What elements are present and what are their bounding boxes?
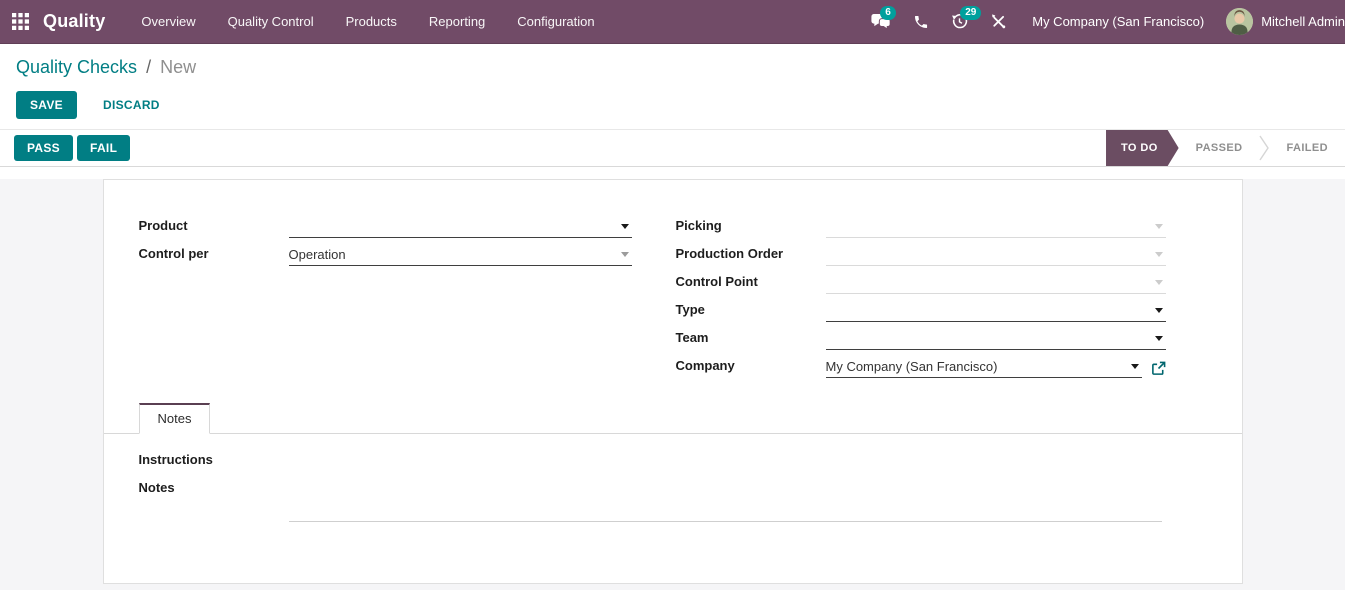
breadcrumb-current: New — [160, 57, 196, 77]
notebook-tab-strip: Notes — [104, 402, 1242, 434]
instructions-label: Instructions — [139, 452, 289, 472]
team-label: Team — [676, 330, 826, 350]
field-row-instructions: Instructions — [139, 452, 1242, 480]
tools-icon — [990, 13, 1007, 30]
user-name: Mitchell Admin — [1261, 14, 1345, 29]
production-order-label: Production Order — [676, 246, 826, 266]
fields-right-column: Picking Production Order Control Point — [676, 210, 1166, 378]
field-row-control-point: Control Point — [676, 266, 1166, 294]
company-input[interactable]: My Company (San Francisco) — [826, 356, 1142, 378]
state-separator-chevron-icon — [1259, 130, 1269, 166]
tab-notes[interactable]: Notes — [139, 403, 211, 434]
user-menu[interactable]: Mitchell Admin — [1218, 0, 1345, 43]
top-navbar: Quality Overview Quality Control Product… — [0, 0, 1345, 44]
production-order-input — [826, 244, 1166, 266]
activities-menu-button[interactable]: 29 — [940, 0, 979, 43]
field-row-picking: Picking — [676, 210, 1166, 238]
product-label: Product — [139, 218, 289, 238]
company-name: My Company (San Francisco) — [1032, 14, 1204, 29]
picking-input — [826, 216, 1166, 238]
chevron-down-icon — [1155, 224, 1163, 229]
nav-item-reporting[interactable]: Reporting — [413, 0, 501, 43]
control-point-input — [826, 272, 1166, 294]
form-statusbar: PASS FAIL TO DO PASSED FAILED — [0, 129, 1345, 167]
fields-left-column: Product Control per Operation — [139, 210, 632, 266]
apps-grid-icon — [12, 13, 29, 30]
team-input[interactable] — [826, 328, 1166, 350]
notes-textarea[interactable] — [289, 480, 1162, 522]
state-failed[interactable]: FAILED — [1269, 130, 1345, 166]
field-row-control-per: Control per Operation — [139, 238, 632, 266]
field-row-product: Product — [139, 210, 632, 238]
systray: 6 29 — [860, 0, 1345, 43]
voip-button[interactable] — [902, 0, 940, 43]
support-tools-button[interactable] — [979, 0, 1018, 43]
company-value: My Company (San Francisco) — [826, 359, 998, 374]
notes-label: Notes — [139, 480, 289, 500]
chevron-down-icon — [1155, 280, 1163, 285]
app-menu: Overview Quality Control Products Report… — [125, 0, 610, 43]
form-view-content: Product Control per Operation — [0, 179, 1345, 590]
field-row-team: Team — [676, 322, 1166, 350]
chevron-down-icon[interactable] — [1155, 336, 1163, 341]
apps-menu-button[interactable] — [0, 0, 43, 43]
control-per-label: Control per — [139, 246, 289, 266]
state-passed[interactable]: PASSED — [1179, 130, 1260, 166]
product-input[interactable] — [289, 216, 632, 238]
control-point-label: Control Point — [676, 274, 826, 294]
chevron-down-icon[interactable] — [621, 224, 629, 229]
field-row-production-order: Production Order — [676, 238, 1166, 266]
app-name[interactable]: Quality — [43, 11, 105, 32]
phone-icon — [913, 14, 929, 30]
notes-tab-page: Instructions Notes — [104, 434, 1242, 522]
company-switcher[interactable]: My Company (San Francisco) — [1018, 0, 1218, 43]
form-sheet: Product Control per Operation — [103, 179, 1243, 584]
control-per-select[interactable]: Operation — [289, 244, 632, 266]
breadcrumb-separator: / — [146, 57, 151, 77]
user-avatar — [1226, 8, 1253, 35]
control-panel: Quality Checks / New SAVE DISCARD — [0, 44, 1345, 129]
chevron-down-icon[interactable] — [1131, 364, 1139, 369]
save-button[interactable]: SAVE — [16, 91, 77, 119]
nav-item-quality-control[interactable]: Quality Control — [212, 0, 330, 43]
type-label: Type — [676, 302, 826, 322]
discard-button[interactable]: DISCARD — [89, 91, 174, 119]
breadcrumb-quality-checks[interactable]: Quality Checks — [16, 57, 137, 77]
nav-item-overview[interactable]: Overview — [125, 0, 211, 43]
field-grid: Product Control per Operation — [104, 180, 1242, 378]
breadcrumb: Quality Checks / New — [16, 57, 1329, 78]
messages-count-badge: 6 — [880, 6, 896, 20]
fail-button[interactable]: FAIL — [77, 135, 130, 161]
picking-label: Picking — [676, 218, 826, 238]
pass-button[interactable]: PASS — [14, 135, 73, 161]
control-panel-buttons: SAVE DISCARD — [16, 91, 1329, 119]
control-per-value: Operation — [289, 247, 346, 262]
statusbar-actions: PASS FAIL — [14, 135, 130, 161]
field-row-company: Company My Company (San Francisco) — [676, 350, 1166, 378]
state-todo[interactable]: TO DO — [1106, 130, 1179, 166]
chevron-down-icon — [1155, 252, 1163, 257]
messages-menu-button[interactable]: 6 — [860, 0, 902, 43]
company-label: Company — [676, 358, 826, 378]
type-select[interactable] — [826, 300, 1166, 322]
field-row-type: Type — [676, 294, 1166, 322]
chevron-down-icon[interactable] — [1155, 308, 1163, 313]
company-external-link-button[interactable] — [1151, 361, 1166, 378]
statusbar-states: TO DO PASSED FAILED — [1106, 130, 1345, 166]
field-row-notes: Notes — [139, 480, 1242, 522]
activities-count-badge: 29 — [960, 6, 981, 20]
chevron-down-icon[interactable] — [621, 252, 629, 257]
nav-item-products[interactable]: Products — [330, 0, 413, 43]
nav-item-configuration[interactable]: Configuration — [501, 0, 610, 43]
